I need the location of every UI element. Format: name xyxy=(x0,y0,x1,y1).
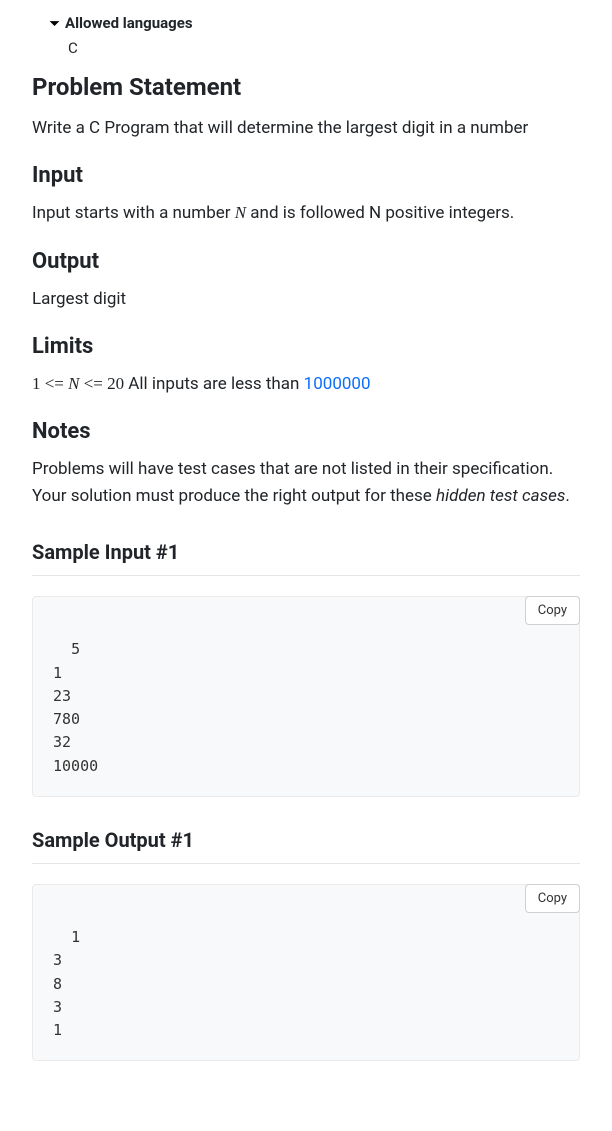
allowed-languages-label: Allowed languages xyxy=(65,12,193,35)
notes-text: Problems will have test cases that are n… xyxy=(32,456,580,509)
copy-button[interactable]: Copy xyxy=(525,596,580,625)
input-variable-n: N xyxy=(235,203,246,222)
sample-output-1-block: Copy 1 3 8 3 1 xyxy=(32,884,580,1062)
limits-op2: <= xyxy=(84,374,103,393)
limits-text: 1 <= N <= 20 All inputs are less than 10… xyxy=(32,371,580,397)
allowed-languages-list: C xyxy=(68,37,580,60)
input-heading: Input xyxy=(32,159,580,192)
limits-var: N xyxy=(68,374,79,393)
sample-input-1-content: 5 1 23 780 32 10000 xyxy=(53,640,98,774)
notes-em: hidden test cases xyxy=(436,486,565,506)
limits-num2: 20 xyxy=(107,374,124,393)
limits-op1: <= xyxy=(45,374,64,393)
limits-num1: 1 xyxy=(32,374,41,393)
allowed-languages-header[interactable]: Allowed languages xyxy=(48,12,580,35)
output-text: Largest digit xyxy=(32,286,580,312)
limits-mid: All inputs are less than xyxy=(124,374,304,394)
problem-statement-heading: Problem Statement xyxy=(32,69,580,105)
input-text-pre: Input starts with a number xyxy=(32,203,235,223)
input-text-post: and is followed N positive integers. xyxy=(246,203,514,223)
limits-link[interactable]: 1000000 xyxy=(304,374,371,394)
notes-heading: Notes xyxy=(32,415,580,448)
limits-heading: Limits xyxy=(32,330,580,363)
input-text: Input starts with a number N and is foll… xyxy=(32,200,580,226)
sample-input-1-block: Copy 5 1 23 780 32 10000 xyxy=(32,596,580,797)
notes-post: . xyxy=(565,486,569,506)
sample-output-1-content: 1 3 8 3 1 xyxy=(53,928,80,1039)
divider xyxy=(32,575,580,576)
problem-statement-text: Write a C Program that will determine th… xyxy=(32,115,580,141)
sample-input-1-heading: Sample Input #1 xyxy=(32,537,580,567)
sample-output-1-heading: Sample Output #1 xyxy=(32,825,580,855)
output-heading: Output xyxy=(32,245,580,278)
divider xyxy=(32,863,580,864)
chevron-down-icon xyxy=(48,17,61,30)
copy-button[interactable]: Copy xyxy=(525,884,580,913)
